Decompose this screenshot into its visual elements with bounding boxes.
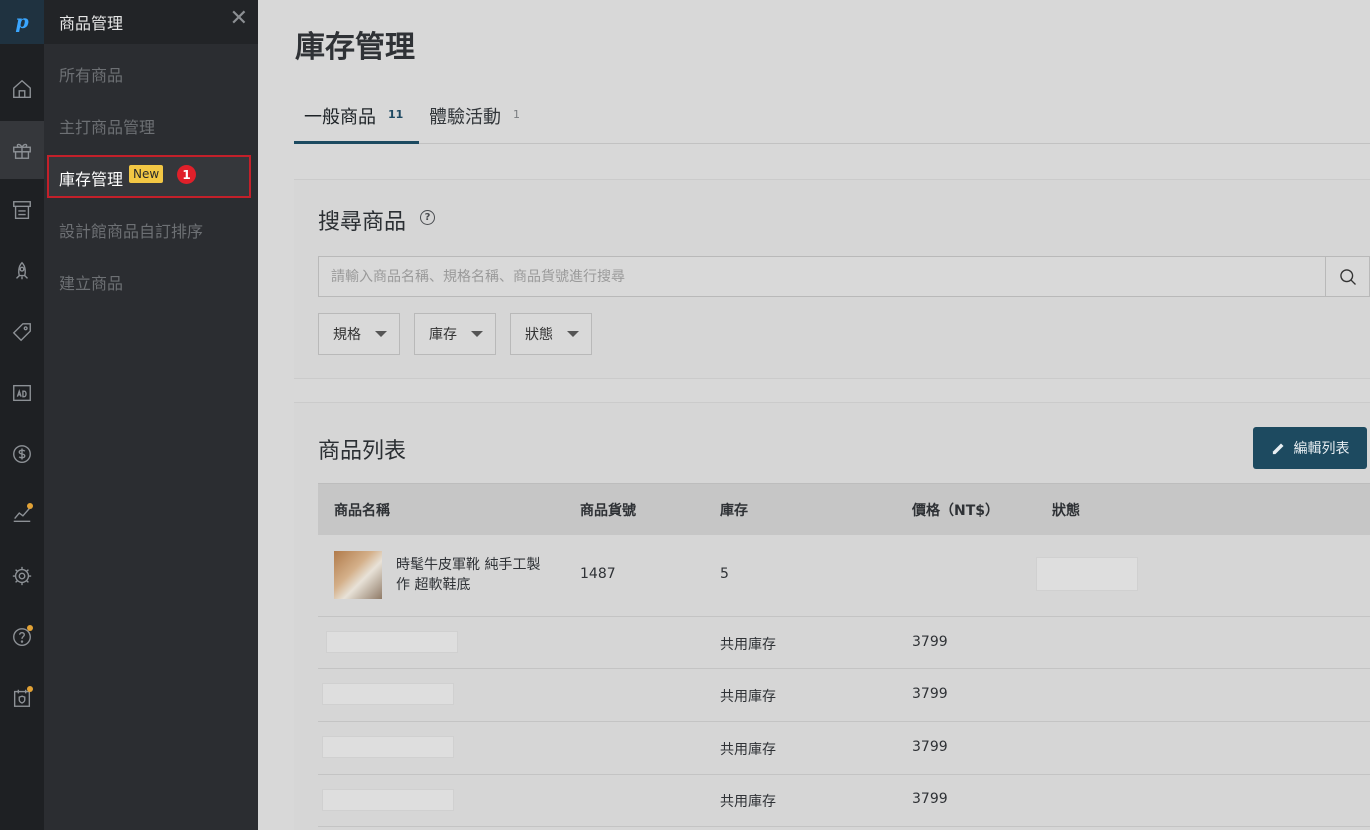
menu-item-custom-sort[interactable]: 設計館商品自訂排序 [59,218,203,242]
active-tab-indicator [294,141,419,144]
gift-icon[interactable] [0,121,44,179]
variant-stock: 共用庫存 [720,689,776,705]
notification-dot [27,686,33,692]
filter-label: 狀態 [525,327,553,343]
product-sku: 1487 [580,566,616,582]
table-row[interactable]: 共用庫存 3799 [318,722,1370,775]
variant-stock: 共用庫存 [720,742,776,758]
menu-item-create-product[interactable]: 建立商品 [59,270,123,294]
variant-placeholder [322,736,454,758]
product-name-line: 作 超軟鞋底 [396,577,471,593]
new-badge: New [129,165,164,183]
filter-label: 庫存 [429,327,457,343]
product-list-card: 商品列表 編輯列表 商品名稱 商品貨號 庫存 價格（NT$） 狀態 時髦牛皮軍靴… [294,402,1370,830]
filter-status-dropdown[interactable]: 狀態 [510,313,592,355]
home-icon[interactable] [0,60,44,118]
tab-label: 體驗活動 [429,107,501,128]
table-header: 商品名稱 商品貨號 庫存 價格（NT$） 狀態 [318,483,1370,535]
product-stock: 5 [720,566,729,582]
variant-placeholder [322,683,454,705]
product-name-line: 時髦牛皮軍靴 純手工製 [396,557,541,573]
shield-icon[interactable] [0,669,44,727]
edit-list-label: 編輯列表 [1293,441,1350,457]
table-row[interactable]: 共用庫存 3799 [318,775,1370,827]
column-header-status: 狀態 [1052,503,1080,519]
product-thumbnail[interactable] [334,551,382,599]
logo[interactable]: p [0,0,44,44]
list-title: 商品列表 [318,439,407,464]
tab-general-products[interactable]: 一般商品 11 [304,96,403,144]
menu-item-all-products[interactable]: 所有商品 [59,62,123,86]
main-content: 庫存管理 一般商品 11 體驗活動 1 搜尋商品 ? 規格 庫存 狀態 [258,0,1370,830]
edit-list-button[interactable]: 編輯列表 [1253,427,1367,469]
variant-price: 3799 [912,791,948,807]
ad-icon[interactable] [0,364,44,422]
table-row[interactable]: 時髦牛皮軍靴 純手工製 作 超軟鞋底 1487 5 [318,535,1370,617]
submenu-panel: 商品管理 ✕ 所有商品 主打商品管理 庫存管理 New 1 設計館商品自訂排序 … [44,0,258,830]
column-header-price: 價格（NT$） [912,503,1000,519]
tab-bar: 一般商品 11 體驗活動 1 [294,96,1370,144]
help-icon[interactable]: ? [420,210,435,225]
filter-stock-dropdown[interactable]: 庫存 [414,313,496,355]
receipt-icon[interactable] [0,181,44,239]
table-row[interactable]: 共用庫存 3799 [318,669,1370,722]
pencil-icon [1272,443,1283,454]
status-placeholder [1036,557,1138,591]
column-header-stock: 庫存 [720,503,748,519]
tab-count: 1 [513,108,520,121]
close-icon[interactable]: ✕ [230,8,248,30]
variant-stock: 共用庫存 [720,794,776,810]
search-box [318,256,1370,297]
rocket-icon[interactable] [0,242,44,300]
variant-placeholder [322,789,454,811]
tab-label: 一般商品 [304,107,376,128]
variant-price: 3799 [912,739,948,755]
search-icon [1339,268,1356,285]
variant-price: 3799 [912,634,948,650]
product-name[interactable]: 時髦牛皮軍靴 純手工製 作 超軟鞋底 [396,555,540,595]
menu-item-inventory[interactable]: 庫存管理 [59,166,123,190]
filter-label: 規格 [333,327,361,343]
tab-count: 11 [388,108,404,121]
table-row[interactable]: 共用庫存 3799 [318,617,1370,669]
help-icon[interactable] [0,608,44,666]
menu-item-featured-products[interactable]: 主打商品管理 [59,114,155,138]
panel-title: 商品管理 [59,14,124,33]
search-button[interactable] [1325,257,1369,296]
notification-dot [27,503,33,509]
search-input[interactable] [319,257,1325,296]
variant-price: 3799 [912,686,948,702]
step-number-badge: 1 [177,165,196,184]
panel-header: 商品管理 ✕ [44,0,258,44]
tab-experiences[interactable]: 體驗活動 1 [429,96,520,144]
gear-icon[interactable] [0,547,44,605]
column-header-name: 商品名稱 [334,503,390,519]
chart-icon[interactable] [0,485,44,543]
variant-placeholder [326,631,458,653]
icon-rail: p [0,0,44,830]
notification-dot [27,625,33,631]
search-title: 搜尋商品 [318,210,407,235]
tag-icon[interactable] [0,303,44,361]
caret-down-icon [375,331,387,337]
variant-stock: 共用庫存 [720,637,776,653]
search-card: 搜尋商品 ? 規格 庫存 狀態 [294,179,1370,379]
dollar-icon[interactable] [0,425,44,483]
filter-spec-dropdown[interactable]: 規格 [318,313,400,355]
column-header-sku: 商品貨號 [580,503,636,519]
caret-down-icon [471,331,483,337]
caret-down-icon [567,331,579,337]
page-title: 庫存管理 [295,30,415,65]
